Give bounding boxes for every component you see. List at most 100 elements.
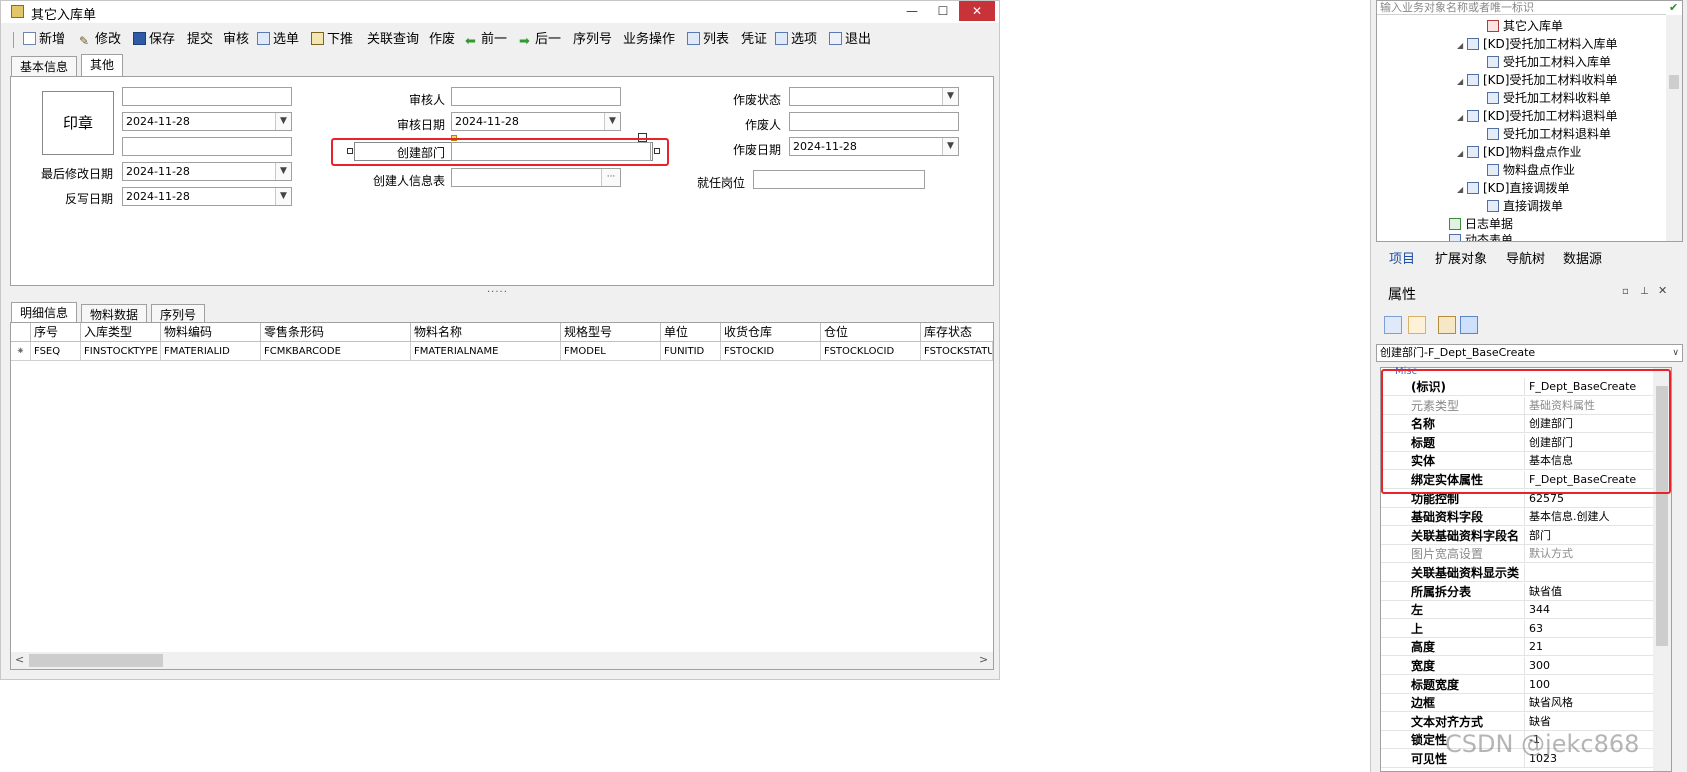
property-row[interactable]: 左 344 (1381, 601, 1653, 620)
tree-node[interactable]: 直接调拨单 (1487, 197, 1563, 215)
chevron-down-icon[interactable]: ▼ (275, 113, 291, 130)
grid-cell[interactable]: FMODEL (561, 342, 661, 361)
property-object-select[interactable]: 创建部门-F_Dept_BaseCreate ∨ (1376, 344, 1683, 362)
col-header[interactable]: 收货仓库 (721, 323, 821, 341)
categorized-icon[interactable] (1384, 316, 1402, 334)
auditor-field[interactable] (451, 87, 621, 106)
tab-extension-objects[interactable]: 扩展对象 (1435, 248, 1487, 267)
col-header[interactable]: 库存状态 (921, 323, 993, 341)
next-button[interactable]: ➡ 后一 (519, 29, 561, 51)
chevron-down-icon[interactable]: ∨ (1672, 345, 1679, 361)
options-button[interactable]: 选项 (775, 29, 817, 51)
grid-cell[interactable]: FCMKBARCODE (261, 342, 411, 361)
property-row[interactable]: 文本对齐方式 缺省 (1381, 712, 1653, 731)
list-button[interactable]: 列表 (687, 29, 729, 51)
col-header[interactable]: 零售条形码 (261, 323, 411, 341)
close-icon[interactable]: ✕ (1658, 284, 1667, 297)
grid-cell[interactable]: FSEQ (31, 342, 81, 361)
property-value[interactable]: 缺省 (1529, 713, 1653, 731)
date-field-1[interactable]: 2024-11-28 ▼ (122, 112, 292, 131)
col-header[interactable]: 入库类型 (81, 323, 161, 341)
col-header[interactable]: 仓位 (821, 323, 921, 341)
chevron-down-icon[interactable]: ▼ (275, 188, 291, 205)
ellipsis-button[interactable]: ··· (601, 169, 620, 186)
maximize-button[interactable]: ☐ (927, 1, 959, 21)
minimize-button[interactable]: — (896, 1, 928, 21)
tree-node[interactable]: ◢ [KD]受托加工材料退料单 (1457, 107, 1617, 125)
property-row[interactable]: 关联基础资料字段名 部门 (1381, 526, 1653, 545)
property-row[interactable]: 高度 21 (1381, 638, 1653, 657)
top-left-field[interactable] (122, 87, 292, 106)
audit-button[interactable]: 审核 (223, 29, 249, 51)
scroll-right-icon[interactable]: > (979, 653, 988, 666)
property-pages-icon[interactable] (1438, 316, 1456, 334)
tree-scroll-thumb[interactable] (1669, 75, 1679, 89)
save-button[interactable]: 保存 (133, 29, 175, 51)
property-value[interactable] (1529, 564, 1653, 582)
modify-date-field[interactable]: 2024-11-28 ▼ (122, 162, 292, 181)
tree-search-input[interactable]: 输入业务对象名称或者唯一标识 (1377, 1, 1666, 15)
new-button[interactable]: 新增 (23, 29, 65, 51)
property-value[interactable]: 部门 (1529, 527, 1653, 545)
col-header[interactable]: 单位 (661, 323, 721, 341)
collapse-icon[interactable]: ◢ (1457, 109, 1467, 127)
collapse-icon[interactable]: ◢ (1457, 145, 1467, 163)
grid-cell[interactable]: FSTOCKLOCID (821, 342, 921, 361)
close-button[interactable]: ✕ (959, 1, 995, 21)
col-header[interactable]: 序号 (31, 323, 81, 341)
property-value[interactable]: 100 (1529, 676, 1653, 694)
tree-node[interactable]: 物料盘点作业 (1487, 161, 1575, 179)
edit-button[interactable]: ✎ 修改 (79, 29, 121, 51)
scroll-left-icon[interactable]: < (15, 653, 24, 666)
tree-node[interactable]: ◢ [KD]受托加工材料收料单 (1457, 71, 1617, 89)
property-row[interactable]: 上 63 (1381, 619, 1653, 638)
property-row[interactable]: 图片宽高设置 默认方式 (1381, 545, 1653, 564)
writeback-date-field[interactable]: 2024-11-28 ▼ (122, 187, 292, 206)
tree-node[interactable]: 动态表单 (1449, 231, 1513, 241)
void-button[interactable]: 作废 (429, 29, 455, 51)
property-row[interactable]: 基础资料字段 基本信息.创建人 (1381, 508, 1653, 527)
tab-other[interactable]: 其他 (81, 54, 124, 76)
property-value[interactable]: 缺省值 (1529, 583, 1653, 601)
prev-button[interactable]: ⬅ 前一 (465, 29, 507, 51)
grid-cell[interactable]: FUNITID (661, 342, 721, 361)
grid-cell[interactable]: FMATERIALNAME (411, 342, 561, 361)
property-row[interactable]: 所属拆分表 缺省值 (1381, 582, 1653, 601)
property-row[interactable]: 边框 缺省风格 (1381, 694, 1653, 713)
sort-az-icon[interactable] (1408, 316, 1426, 334)
collapse-icon[interactable]: ◢ (1457, 73, 1467, 91)
tree-node[interactable]: ◢ [KD]受托加工材料入库单 (1457, 35, 1617, 53)
property-value[interactable]: 缺省风格 (1529, 694, 1653, 712)
stamp-box[interactable]: 印章 (42, 91, 114, 155)
tree-node[interactable]: ◢ [KD]物料盘点作业 (1457, 143, 1581, 161)
collapse-icon[interactable]: ◢ (1457, 37, 1467, 55)
void-date-field[interactable]: 2024-11-28 ▼ (789, 137, 959, 156)
events-icon[interactable] (1460, 316, 1478, 334)
tab-detail-info[interactable]: 明细信息 (11, 302, 78, 324)
creator-info-field[interactable]: ··· (451, 168, 621, 187)
tab-material-data[interactable]: 物料数据 (81, 304, 148, 324)
check-icon[interactable]: ✔ (1669, 1, 1678, 14)
voucher-button[interactable]: 凭证 (741, 29, 767, 51)
property-row[interactable]: 关联基础资料显示类 (1381, 564, 1653, 582)
chevron-down-icon[interactable]: ▼ (604, 113, 620, 130)
tree-node[interactable]: 受托加工材料退料单 (1487, 125, 1611, 143)
property-value[interactable]: 21 (1529, 638, 1653, 656)
exit-button[interactable]: 退出 (829, 29, 871, 51)
tab-basic-info[interactable]: 基本信息 (11, 56, 78, 76)
scroll-thumb[interactable] (29, 654, 163, 667)
grid-cell[interactable]: FSTOCKID (721, 342, 821, 361)
mid-left-field[interactable] (122, 137, 292, 156)
property-value[interactable]: 63 (1529, 620, 1653, 638)
horizontal-scrollbar[interactable]: < > (11, 652, 993, 669)
tree-node[interactable]: 其它入库单 (1487, 17, 1563, 35)
property-value[interactable]: 300 (1529, 657, 1653, 675)
tab-items[interactable]: 项目 (1389, 248, 1415, 267)
post-field[interactable] (753, 170, 925, 189)
grid-cell[interactable]: FINSTOCKTYPE (81, 342, 161, 361)
biz-ops-button[interactable]: 业务操作 (623, 29, 675, 51)
grid-cell[interactable]: FMATERIALID (161, 342, 261, 361)
restore-icon[interactable]: ▫ (1622, 286, 1629, 297)
pin-icon[interactable]: ⊥ (1640, 286, 1649, 297)
voider-field[interactable] (789, 112, 959, 131)
